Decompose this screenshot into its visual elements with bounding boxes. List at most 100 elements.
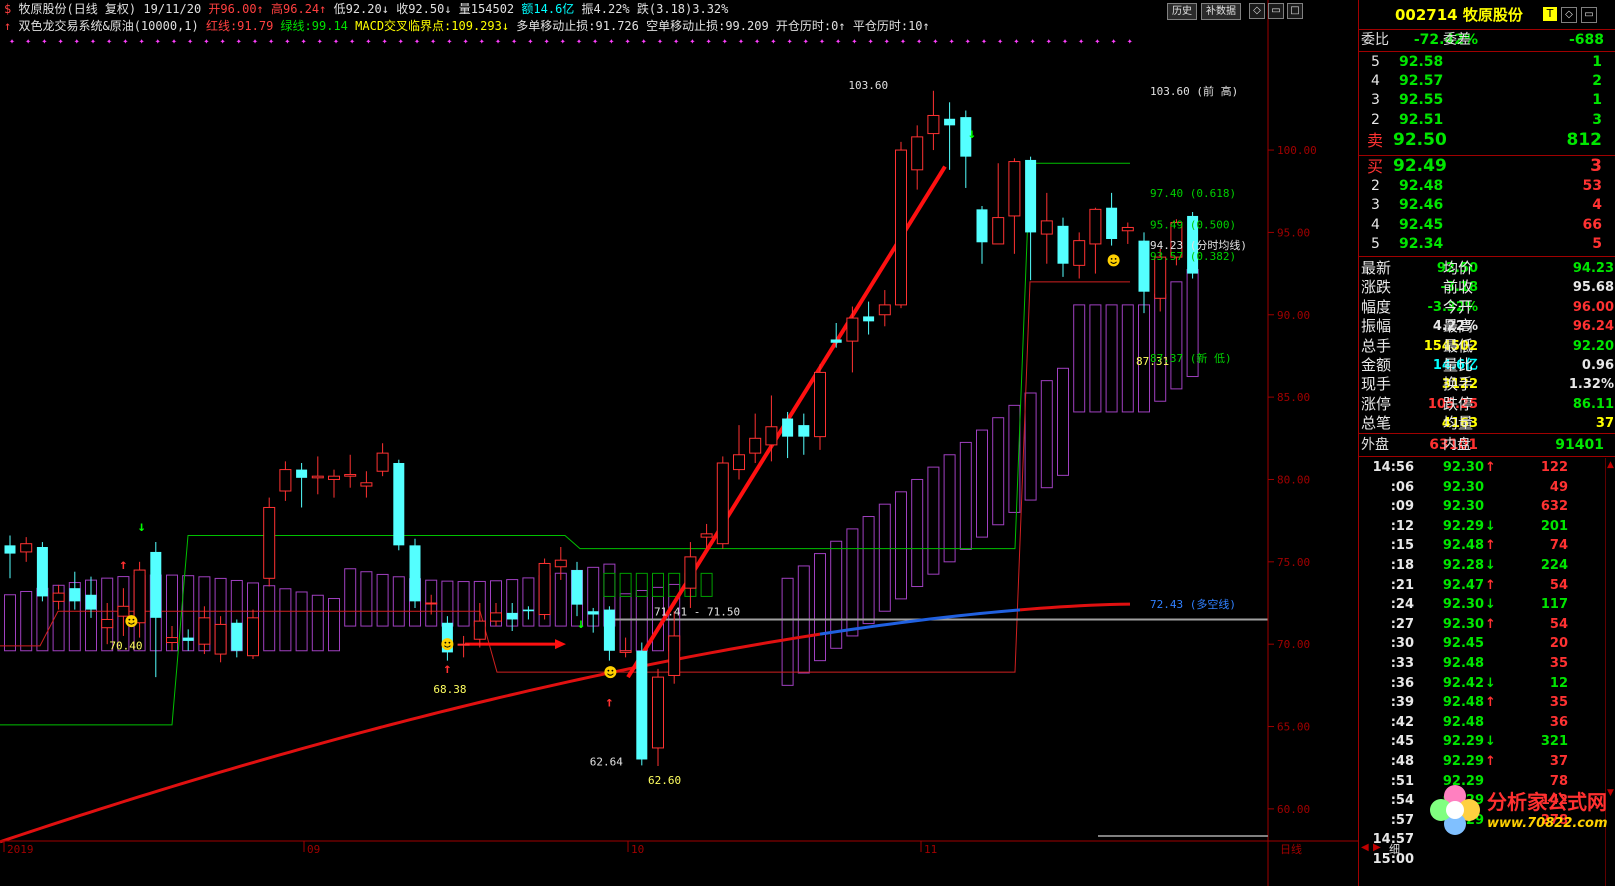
buy-signal-arrow-icon: ↑ bbox=[119, 557, 127, 573]
ribbon-box bbox=[263, 585, 276, 652]
candle-body-down bbox=[182, 637, 194, 641]
ribbon-box-green bbox=[700, 572, 713, 597]
candle-body-up bbox=[117, 605, 130, 617]
commission-diff-row: 委差 -688 bbox=[1443, 32, 1604, 48]
candle-body-up bbox=[733, 454, 745, 471]
candle-body-up bbox=[1008, 161, 1021, 217]
stat-row: 涨跌 -3.18 前收 95.68 bbox=[1361, 278, 1614, 297]
tick-row[interactable]: :24 92.30 ↓ 117 bbox=[1359, 595, 1604, 615]
green-line-value: 绿线:99.14 bbox=[280, 19, 348, 33]
candle-body-down bbox=[976, 209, 988, 243]
candle-body-up bbox=[425, 602, 438, 605]
maximize-icon[interactable]: □ bbox=[1287, 3, 1303, 19]
candle-body-up bbox=[52, 592, 65, 602]
signal-star-mark: ✦ bbox=[560, 36, 566, 47]
signal-star-mark: ✦ bbox=[414, 36, 420, 47]
candle-body-up bbox=[1040, 220, 1053, 235]
kline-chart-area[interactable]: ✦ ✦ ✦ ✦ ✦ ✦ ✦ ✦ ✦ ✦ ✦ ✦ ✦ ✦ ✦ ✦ ✦ ✦ ✦ ✦ ✦ ✦ ✦ ✦ ✦ ✦ ✦ ✦ ✦ ✦ ✦ ✦ ✦ ✦ ✦ ✦ ✦ ✦ ✦ ✦… bbox=[0, 0, 1358, 886]
tick-row[interactable]: :48 92.29 ↑ 37 bbox=[1359, 752, 1604, 772]
ribbon-box bbox=[1089, 304, 1102, 413]
tick-row[interactable]: 14:56 92.30 ↑ 122 bbox=[1359, 458, 1604, 478]
candle-body-down bbox=[587, 611, 599, 615]
smiley-eye bbox=[1110, 258, 1113, 260]
fill-data-button[interactable]: 补数据 bbox=[1201, 3, 1241, 20]
stat-row: 金额 14.6亿 量比 0.96 bbox=[1361, 356, 1614, 374]
candle-body-down bbox=[150, 551, 162, 618]
candle-body-up bbox=[344, 474, 357, 477]
ribbon-box bbox=[457, 581, 470, 627]
signal-star-mark: ✦ bbox=[1127, 36, 1133, 47]
minimize-icon[interactable]: ▭ bbox=[1268, 3, 1284, 19]
tick-row[interactable]: :06 92.30 49 bbox=[1359, 478, 1604, 498]
candle-body-up bbox=[457, 643, 470, 646]
header-low: 低92.20↓ bbox=[333, 2, 389, 16]
candle-body-up bbox=[992, 217, 1005, 245]
open-position-duration: 开仓历时:0↑ bbox=[775, 19, 846, 33]
long-short-line bbox=[0, 632, 821, 844]
ribbon-box-green bbox=[652, 572, 664, 597]
candle-body-up bbox=[328, 475, 340, 480]
ribbon-box bbox=[279, 588, 292, 652]
signal-star-mark: ✦ bbox=[236, 36, 242, 47]
y-tick-label: 65.00 bbox=[1277, 721, 1310, 734]
red-line-value: 红线:91.79 bbox=[205, 19, 274, 33]
y-tick-label: 85.00 bbox=[1277, 391, 1310, 404]
ribbon-box bbox=[959, 441, 972, 550]
smiley-eye bbox=[1114, 258, 1117, 260]
bid-level-row: 2 92.48 53 bbox=[1371, 177, 1602, 194]
long-stop-value: 多单移动止损:91.726 bbox=[516, 19, 639, 33]
tick-row[interactable]: :09 92.30 632 bbox=[1359, 497, 1604, 517]
candle-body-up bbox=[652, 676, 664, 749]
sell-signal-arrow-icon: ↓ bbox=[137, 519, 145, 535]
kline-chart[interactable]: ✦ ✦ ✦ ✦ ✦ ✦ ✦ ✦ ✦ ✦ ✦ ✦ ✦ ✦ ✦ ✦ ✦ ✦ ✦ ✦ ✦ ✦ ✦ ✦ ✦ ✦ ✦ ✦ ✦ ✦ ✦ ✦ ✦ ✦ ✦ ✦ ✦ ✦ ✦ ✦… bbox=[0, 0, 1358, 886]
tick-row[interactable]: :45 92.29 ↓ 321 bbox=[1359, 732, 1604, 752]
tick-row[interactable]: :15 92.48 ↑ 74 bbox=[1359, 536, 1604, 556]
inner-volume: 91401 bbox=[1555, 437, 1604, 453]
signal-star-mark: ✦ bbox=[932, 36, 938, 47]
stat-row: 涨停 105.25 跌停 86.11 bbox=[1361, 394, 1614, 413]
sell-signal-arrow-icon: ↓ bbox=[577, 616, 585, 632]
ask-level-row: 卖 92.50 812 bbox=[1367, 129, 1602, 150]
signal-star-mark: ✦ bbox=[997, 36, 1003, 47]
tick-row[interactable]: :27 92.30 ↑ 54 bbox=[1359, 615, 1604, 635]
scroll-up-icon[interactable]: ▲ bbox=[1607, 460, 1614, 470]
t-button[interactable]: T bbox=[1543, 7, 1557, 21]
signal-star-mark: ✦ bbox=[430, 36, 436, 47]
ribbon-box bbox=[992, 417, 1005, 526]
ribbon-box bbox=[943, 454, 956, 563]
smiley-icon bbox=[125, 615, 138, 628]
tick-row[interactable]: :42 92.48 36 bbox=[1359, 713, 1604, 733]
tick-row[interactable]: :30 92.45 20 bbox=[1359, 634, 1604, 654]
signal-star-mark: ✦ bbox=[220, 36, 226, 47]
tick-nav[interactable]: ◀ ▶ 细 bbox=[1359, 842, 1405, 856]
stat-row: 现手 3122 换手 1.32% bbox=[1361, 375, 1614, 394]
candle-body-up bbox=[490, 612, 502, 622]
signal-star-mark: ✦ bbox=[576, 36, 582, 47]
candle-body-up bbox=[538, 562, 551, 616]
tick-row[interactable]: :21 92.47 ↑ 54 bbox=[1359, 576, 1604, 596]
popout-icon[interactable]: ▭ bbox=[1581, 7, 1597, 23]
price-annotation: 62.64 bbox=[590, 755, 623, 768]
candle-body-up bbox=[749, 437, 762, 454]
tick-row[interactable]: :39 92.48 ↑ 35 bbox=[1359, 693, 1604, 713]
candle-body-down bbox=[85, 594, 97, 610]
candle-body-up bbox=[814, 371, 826, 438]
detail-tab[interactable]: 细 bbox=[1389, 841, 1400, 857]
tick-row[interactable]: :12 92.29 ↓ 201 bbox=[1359, 517, 1604, 537]
tick-row[interactable]: :18 92.28 ↓ 224 bbox=[1359, 556, 1604, 576]
signal-star-mark: ✦ bbox=[657, 36, 663, 47]
stat-row: 振幅 4.22% 最高 96.24 bbox=[1361, 317, 1614, 336]
next-icon[interactable]: ▶ bbox=[1373, 842, 1381, 853]
restore-window-icon[interactable]: ◇ bbox=[1249, 3, 1265, 19]
signal-star-mark: ✦ bbox=[1046, 36, 1052, 47]
tick-row[interactable]: :36 92.42 ↓ 12 bbox=[1359, 674, 1604, 694]
candle-body-up bbox=[878, 304, 891, 316]
ribbon-box bbox=[1121, 304, 1134, 413]
history-button[interactable]: 历史 bbox=[1167, 3, 1197, 20]
signal-star-mark: ✦ bbox=[106, 36, 112, 47]
restore-icon[interactable]: ◇ bbox=[1561, 7, 1577, 23]
signal-star-mark: ✦ bbox=[851, 36, 857, 47]
prev-icon[interactable]: ◀ bbox=[1361, 842, 1369, 853]
x-tick-label: 10 bbox=[631, 843, 644, 856]
tick-row[interactable]: :33 92.48 35 bbox=[1359, 654, 1604, 674]
